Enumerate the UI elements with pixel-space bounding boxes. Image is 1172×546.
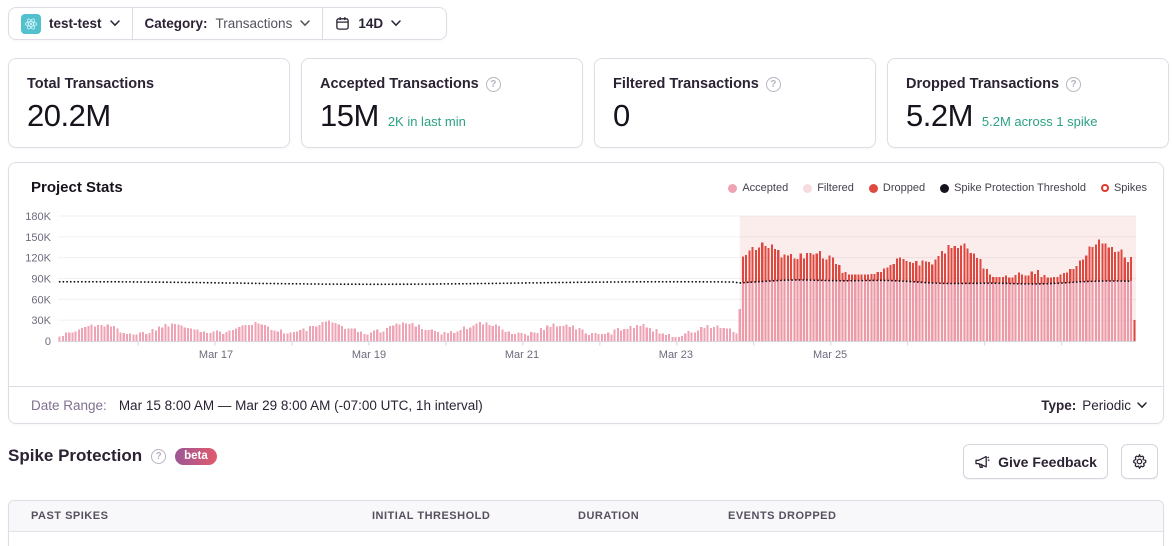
stat-card-title: Total Transactions [27,76,155,92]
usage-stats-page: test-test Category: Transactions 14D Tot… [0,0,1172,546]
svg-text:Mar 17: Mar 17 [199,349,233,361]
stat-card-accepted: Accepted Transactions ? 15M 2K in last m… [301,58,583,148]
stat-card-filtered: Filtered Transactions ? 0 [594,58,876,148]
category-value: Transactions [215,16,293,31]
help-icon[interactable]: ? [765,76,781,92]
stat-card-value: 15M [320,98,379,133]
svg-text:Mar 23: Mar 23 [659,349,693,361]
stat-card-title: Dropped Transactions [906,76,1060,92]
stat-card-value: 0 [613,98,630,133]
spike-protection-header: Spike Protection ? beta [8,446,217,466]
stat-card-subtext: 2K in last min [387,114,466,129]
date-range-label: Date Range: [31,398,107,413]
stat-card-subtext: 5.2M across 1 spike [981,114,1098,129]
chevron-down-icon [109,20,120,27]
settings-button[interactable] [1121,444,1158,479]
help-icon[interactable]: ? [485,76,501,92]
chart-footer: Date Range: Mar 15 8:00 AM — Mar 29 8:00… [9,386,1163,424]
col-events-dropped: EVENTS DROPPED [728,510,837,522]
chevron-down-icon [300,20,311,27]
period-value: 14D [358,16,384,31]
svg-text:90K: 90K [31,274,51,286]
stat-card-total: Total Transactions 20.2M [8,58,290,148]
megaphone-icon [975,455,990,468]
category-label: Category: [144,16,208,31]
svg-text:Mar 25: Mar 25 [813,349,847,361]
type-selector[interactable]: Type: Periodic [1041,398,1147,413]
stat-card-title: Accepted Transactions [320,76,479,92]
type-label: Type: [1041,398,1077,413]
col-initial-threshold: INITIAL THRESHOLD [372,510,491,522]
svg-text:Mar 21: Mar 21 [505,349,539,361]
project-stats-card: Project Stats Accepted Filtered Dropped Spi… [8,162,1164,424]
project-platform-icon [21,13,41,34]
past-spikes-table: PAST SPIKES INITIAL THRESHOLD DURATION E… [8,500,1164,546]
date-range-value: Mar 15 8:00 AM — Mar 29 8:00 AM (-07:00 … [118,398,483,413]
svg-text:Mar 19: Mar 19 [352,349,386,361]
svg-text:30K: 30K [31,315,51,327]
stat-card-value: 5.2M [906,98,973,133]
date-period-selector[interactable]: 14D [323,8,413,39]
svg-text:150K: 150K [25,232,51,244]
table-header-row: PAST SPIKES INITIAL THRESHOLD DURATION E… [9,501,1163,532]
col-past-spikes: PAST SPIKES [31,510,109,522]
beta-badge: beta [175,447,217,465]
svg-text:120K: 120K [25,253,51,265]
help-icon[interactable]: ? [1066,76,1082,92]
col-duration: DURATION [578,510,640,522]
stat-card-dropped: Dropped Transactions ? 5.2M 5.2M across … [887,58,1169,148]
stat-card-value: 20.2M [27,98,111,133]
chevron-down-icon [1137,402,1147,409]
gear-icon [1133,454,1147,469]
help-icon[interactable]: ? [151,448,167,464]
calendar-icon [336,17,350,30]
page-filter-bar: test-test Category: Transactions 14D [8,7,447,40]
project-name: test-test [49,16,102,31]
chevron-down-icon [391,20,401,27]
give-feedback-label: Give Feedback [998,453,1097,470]
svg-text:0: 0 [45,336,51,348]
stat-card-title: Filtered Transactions [613,76,759,92]
svg-text:180K: 180K [25,211,51,223]
category-selector[interactable]: Category: Transactions [133,8,323,39]
section-title: Spike Protection [8,446,143,465]
svg-text:60K: 60K [31,294,51,306]
give-feedback-button[interactable]: Give Feedback [963,444,1108,479]
project-stats-chart[interactable]: 0 30K 60K 90K 120K 150K 180K Mar 17 Mar 19 Mar 21… [9,163,1163,385]
project-selector[interactable]: test-test [9,8,132,39]
type-value: Periodic [1082,398,1131,413]
